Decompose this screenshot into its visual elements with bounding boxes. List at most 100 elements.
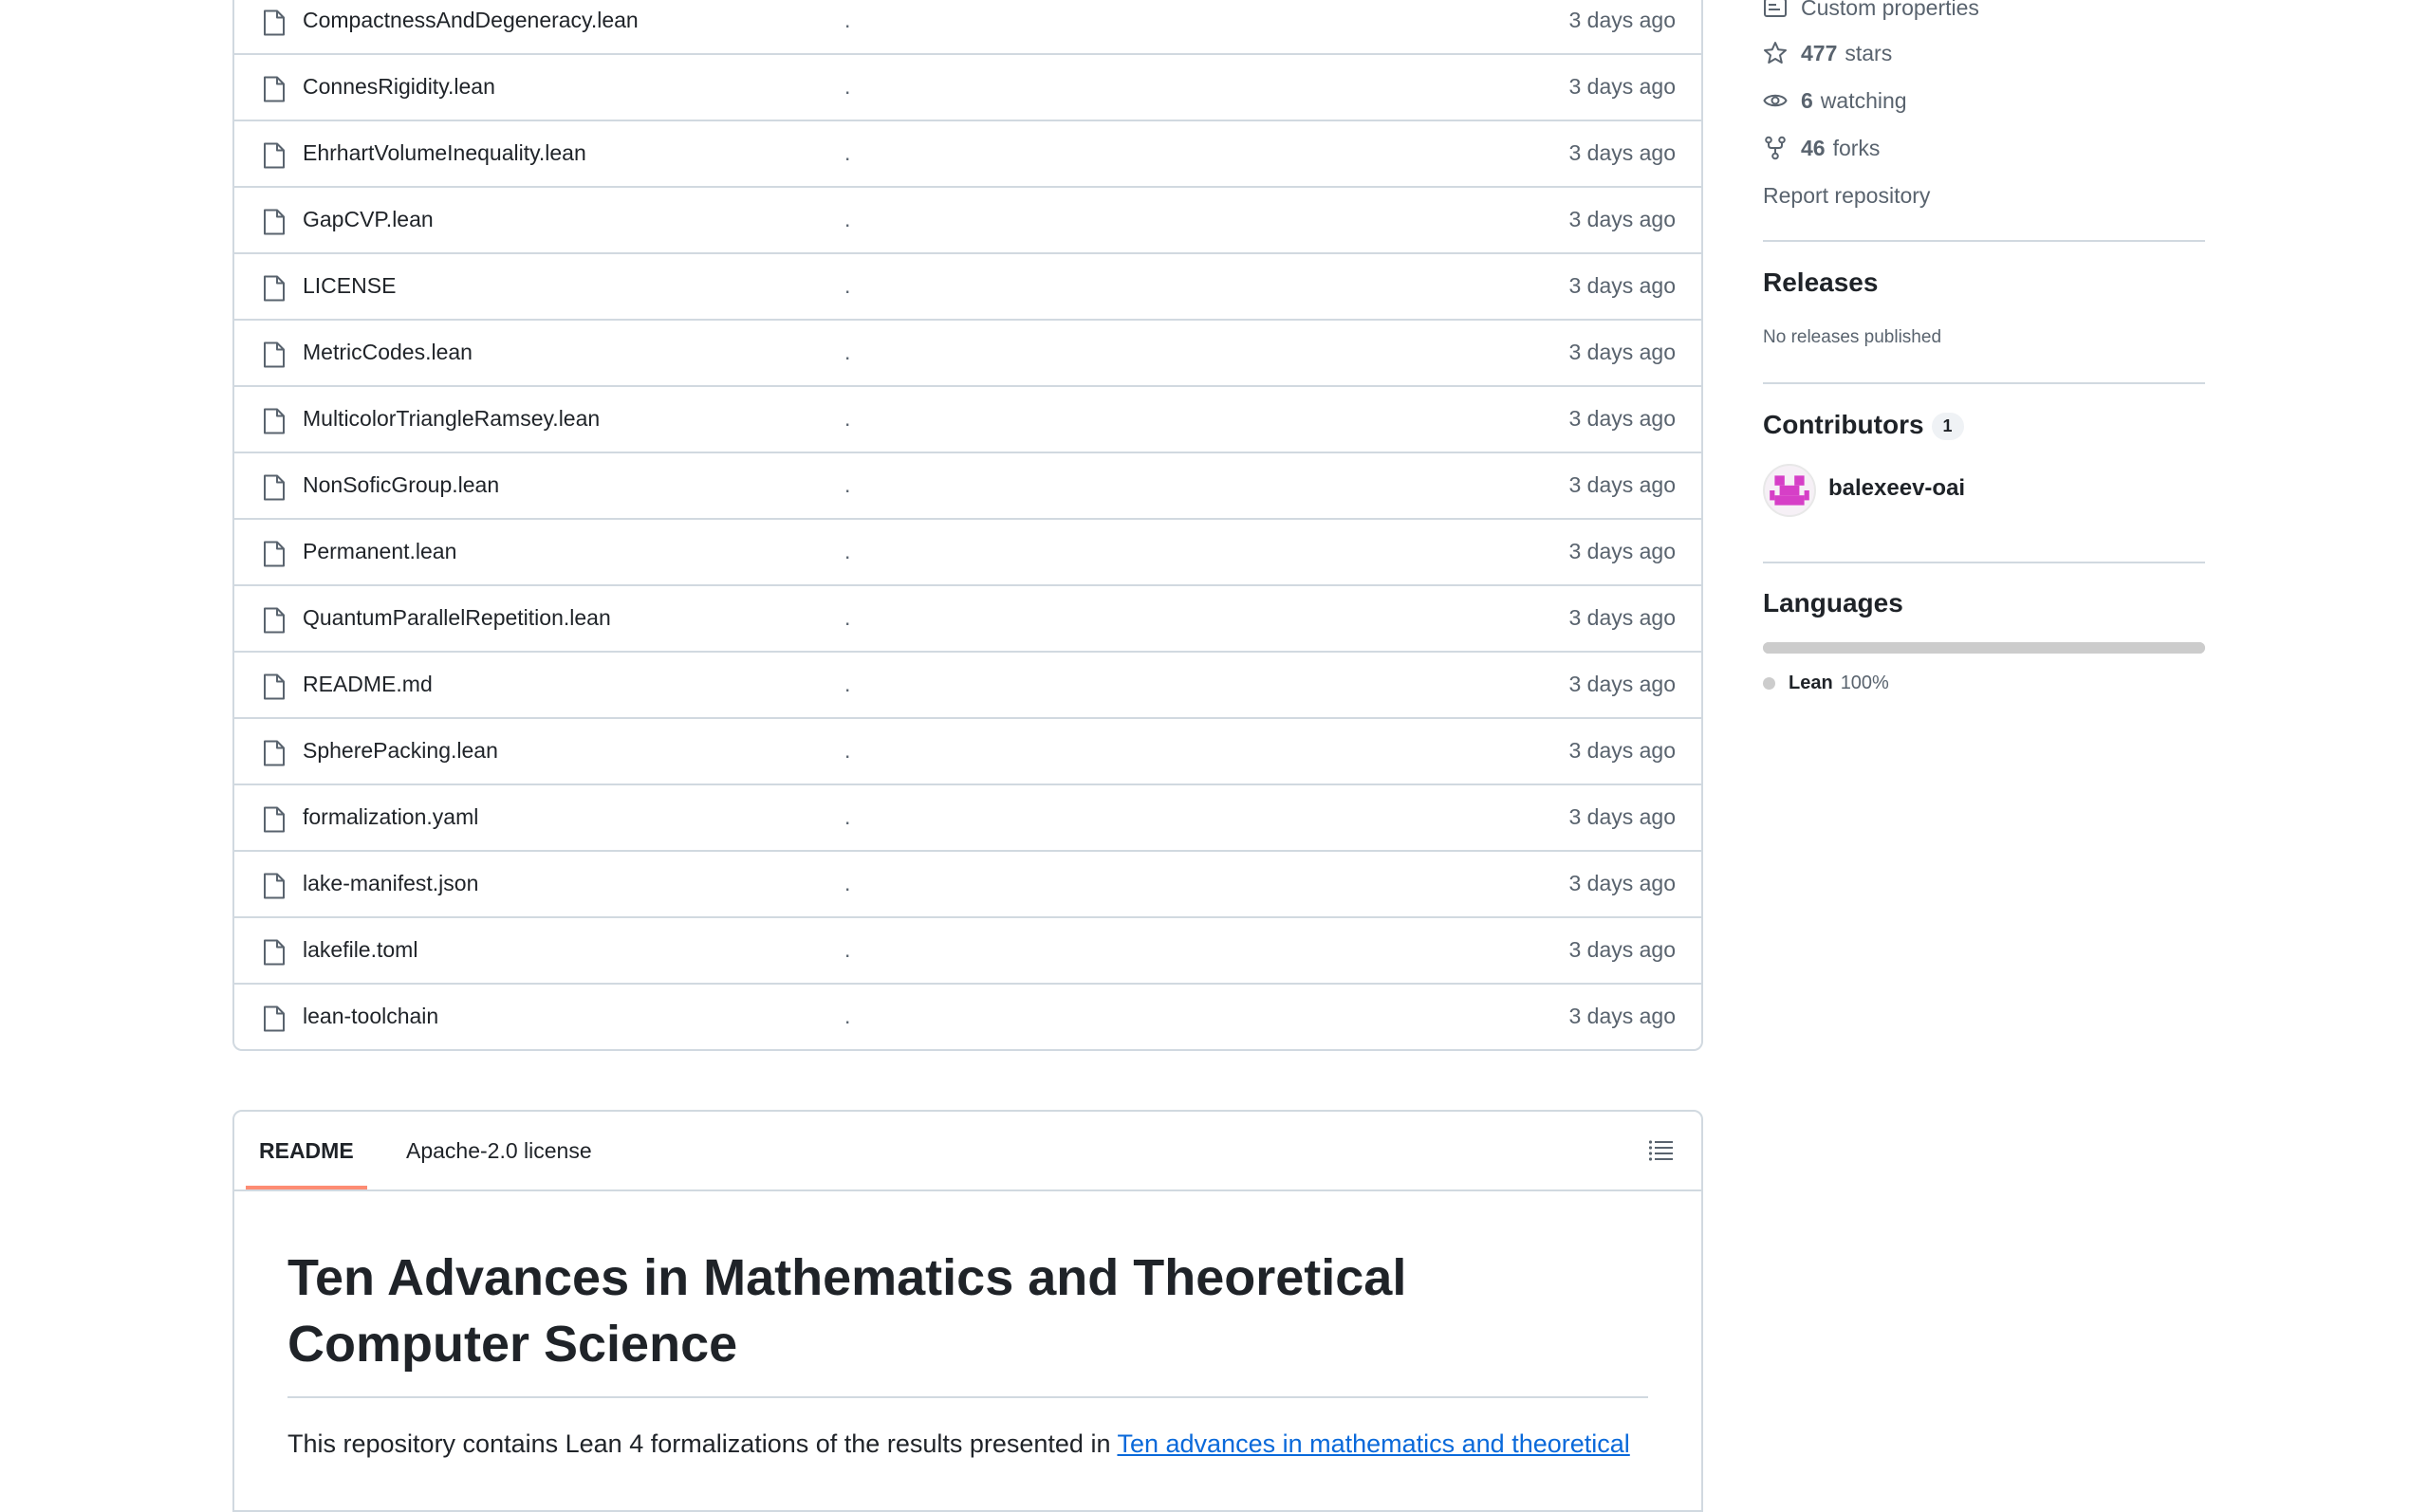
file-name-link[interactable]: LICENSE bbox=[303, 273, 396, 299]
watching-count: 6 bbox=[1801, 87, 1813, 113]
commit-message-link[interactable]: . bbox=[844, 605, 850, 631]
file-icon bbox=[264, 607, 285, 634]
commit-time: 3 days ago bbox=[1568, 605, 1676, 630]
commit-message-link[interactable]: . bbox=[844, 406, 850, 432]
stars-count: 477 bbox=[1801, 40, 1838, 65]
watching-label: watching bbox=[1820, 87, 1907, 113]
table-row[interactable]: MulticolorTriangleRamsey.lean. 3 days ago bbox=[234, 385, 1701, 452]
sidebar-divider bbox=[1763, 240, 2205, 242]
table-row[interactable]: QuantumParallelRepetition.lean. 3 days ag… bbox=[234, 584, 1701, 651]
watching-link[interactable]: 6 watching bbox=[1763, 82, 1907, 120]
table-row[interactable]: README.md. 3 days ago bbox=[234, 651, 1701, 717]
star-icon bbox=[1764, 42, 1787, 64]
tab-readme[interactable]: README bbox=[246, 1112, 367, 1189]
table-row[interactable]: ConnesRigidity.lean. 3 days ago bbox=[234, 53, 1701, 120]
commit-message-link[interactable]: . bbox=[844, 140, 850, 166]
commit-message-link[interactable]: . bbox=[844, 207, 850, 232]
commit-time: 3 days ago bbox=[1568, 340, 1676, 364]
commit-message-link[interactable]: . bbox=[844, 273, 850, 299]
table-row[interactable]: lake-manifest.json. 3 days ago bbox=[234, 850, 1701, 916]
language-color-dot bbox=[1763, 677, 1775, 690]
file-name-link[interactable]: formalization.yaml bbox=[303, 804, 478, 830]
table-row[interactable]: NonSoficGroup.lean. 3 days ago bbox=[234, 452, 1701, 518]
forks-link[interactable]: 46 forks bbox=[1763, 129, 1880, 167]
commit-message-link[interactable]: . bbox=[844, 738, 850, 764]
file-icon bbox=[264, 1005, 285, 1032]
commit-message-link[interactable]: . bbox=[844, 937, 850, 963]
contributors-heading-label: Contributors bbox=[1763, 410, 1924, 439]
readme-paragraph-text: This repository contains Lean 4 formaliz… bbox=[287, 1429, 1118, 1458]
report-repository-label: Report repository bbox=[1763, 182, 1931, 208]
file-name-link[interactable]: QuantumParallelRepetition.lean bbox=[303, 605, 611, 631]
forks-label: forks bbox=[1832, 135, 1881, 160]
file-name-link[interactable]: lakefile.toml bbox=[303, 937, 417, 963]
paper-link[interactable]: Ten advances in mathematics and theoreti… bbox=[1117, 1429, 1629, 1458]
stars-label: stars bbox=[1845, 40, 1893, 65]
table-row[interactable]: formalization.yaml. 3 days ago bbox=[234, 784, 1701, 850]
report-repository-link[interactable]: Report repository bbox=[1763, 176, 1930, 214]
table-row[interactable]: CompactnessAndDegeneracy.lean. 3 days ago bbox=[234, 0, 1701, 53]
table-row[interactable]: LICENSE. 3 days ago bbox=[234, 252, 1701, 319]
file-name-link[interactable]: SpherePacking.lean bbox=[303, 738, 498, 764]
file-name-link[interactable]: EhrhartVolumeInequality.lean bbox=[303, 140, 586, 166]
readme-body: Ten Advances in Mathematics and Theoreti… bbox=[234, 1245, 1701, 1463]
commit-message-link[interactable]: . bbox=[844, 472, 850, 498]
language-item-lean[interactable]: Lean 100% bbox=[1763, 673, 1889, 694]
commit-message-link[interactable]: . bbox=[844, 672, 850, 697]
language-name: Lean bbox=[1789, 673, 1833, 693]
file-name-link[interactable]: ConnesRigidity.lean bbox=[303, 74, 495, 100]
commit-time: 3 days ago bbox=[1568, 937, 1676, 962]
file-icon bbox=[264, 9, 285, 36]
readme-panel: README Apache-2.0 license Ten Advances i… bbox=[232, 1110, 1703, 1512]
file-name-link[interactable]: README.md bbox=[303, 672, 433, 697]
table-row[interactable]: lakefile.toml. 3 days ago bbox=[234, 916, 1701, 983]
file-name-link[interactable]: Permanent.lean bbox=[303, 539, 456, 564]
readme-paragraph: This repository contains Lean 4 formaliz… bbox=[287, 1425, 1648, 1463]
avatar[interactable] bbox=[1763, 464, 1816, 517]
file-name-link[interactable]: MulticolorTriangleRamsey.lean bbox=[303, 406, 600, 432]
commit-time: 3 days ago bbox=[1568, 871, 1676, 895]
file-icon bbox=[264, 740, 285, 766]
contributors-heading[interactable]: Contributors 1 bbox=[1763, 410, 1964, 441]
file-name-link[interactable]: CompactnessAndDegeneracy.lean bbox=[303, 8, 639, 33]
table-row[interactable]: SpherePacking.lean. 3 days ago bbox=[234, 717, 1701, 784]
contributor-name[interactable]: balexeev-oai bbox=[1828, 475, 1965, 502]
file-icon bbox=[264, 408, 285, 434]
file-name-link[interactable]: lean-toolchain bbox=[303, 1004, 438, 1029]
commit-message-link[interactable]: . bbox=[844, 74, 850, 100]
table-row[interactable]: GapCVP.lean. 3 days ago bbox=[234, 186, 1701, 252]
commit-time: 3 days ago bbox=[1568, 8, 1676, 32]
table-row[interactable]: EhrhartVolumeInequality.lean. 3 days ago bbox=[234, 120, 1701, 186]
releases-heading[interactable]: Releases bbox=[1763, 267, 1878, 298]
property-icon bbox=[1764, 0, 1787, 17]
commit-message-link[interactable]: . bbox=[844, 1004, 850, 1029]
commit-message-link[interactable]: . bbox=[844, 804, 850, 830]
commit-message-link[interactable]: . bbox=[844, 340, 850, 365]
commit-message-link[interactable]: . bbox=[844, 539, 850, 564]
stars-link[interactable]: 477 stars bbox=[1763, 34, 1892, 72]
releases-note: No releases published bbox=[1763, 327, 1942, 347]
file-icon bbox=[264, 541, 285, 567]
file-name-link[interactable]: lake-manifest.json bbox=[303, 871, 478, 896]
file-name-link[interactable]: GapCVP.lean bbox=[303, 207, 434, 232]
table-row[interactable]: lean-toolchain. 3 days ago bbox=[234, 983, 1701, 1049]
custom-properties-link[interactable]: Custom properties bbox=[1763, 0, 1979, 27]
commit-message-link[interactable]: . bbox=[844, 871, 850, 896]
file-name-link[interactable]: NonSoficGroup.lean bbox=[303, 472, 499, 498]
table-row[interactable]: Permanent.lean. 3 days ago bbox=[234, 518, 1701, 584]
commit-time: 3 days ago bbox=[1568, 672, 1676, 696]
outline-list-icon[interactable] bbox=[1648, 1139, 1673, 1162]
identicon-image bbox=[1770, 475, 1809, 506]
file-icon bbox=[264, 873, 285, 899]
file-icon bbox=[264, 142, 285, 169]
contributors-count-badge: 1 bbox=[1931, 413, 1964, 441]
languages-heading: Languages bbox=[1763, 588, 1903, 618]
commit-time: 3 days ago bbox=[1568, 472, 1676, 497]
commit-message-link[interactable]: . bbox=[844, 8, 850, 33]
readme-title-line-1: Ten Advances in Mathematics and Theoreti… bbox=[287, 1249, 1407, 1306]
file-name-link[interactable]: MetricCodes.lean bbox=[303, 340, 473, 365]
table-row[interactable]: MetricCodes.lean. 3 days ago bbox=[234, 319, 1701, 385]
file-list: CompactnessAndDegeneracy.lean. 3 days ago… bbox=[232, 0, 1703, 1051]
commit-time: 3 days ago bbox=[1568, 273, 1676, 298]
tab-license[interactable]: Apache-2.0 license bbox=[406, 1112, 592, 1189]
